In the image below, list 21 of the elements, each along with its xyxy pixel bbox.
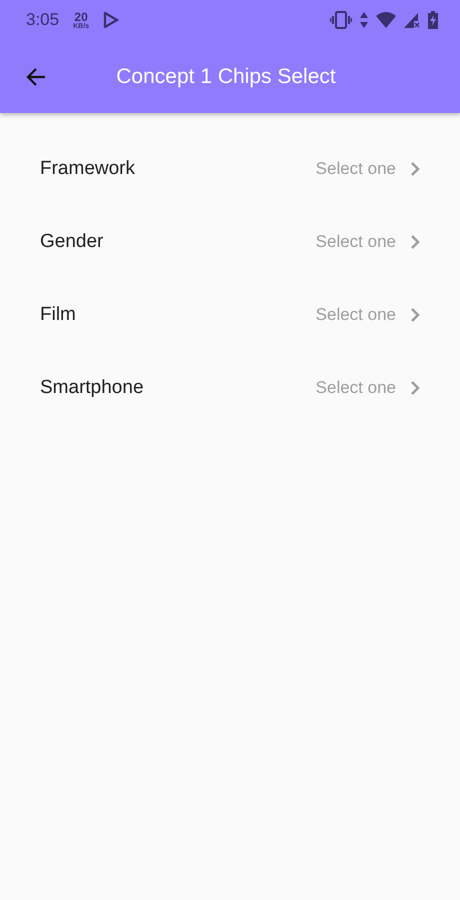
field-label: Gender (40, 230, 104, 252)
field-label: Framework (40, 158, 136, 180)
field-label: Smartphone (40, 376, 145, 398)
status-time: 3:05 (26, 10, 60, 30)
data-arrows-icon (360, 12, 368, 28)
battery-charging-icon (428, 11, 438, 29)
select-placeholder[interactable]: Select one (316, 158, 396, 178)
play-icon (103, 12, 120, 28)
chevron-right-icon[interactable] (410, 234, 420, 250)
chevron-right-icon[interactable] (410, 160, 420, 176)
chevron-right-icon[interactable] (410, 380, 420, 396)
wifi-icon (376, 12, 396, 28)
vibrate-icon (330, 11, 352, 29)
page-title: Concept 1 Chips Select (115, 64, 337, 88)
select-placeholder[interactable]: Select one (316, 378, 396, 398)
field-label: Film (40, 304, 77, 326)
network-speed: 20 (74, 10, 88, 22)
signal-icon (404, 12, 420, 28)
select-placeholder[interactable]: Select one (316, 304, 396, 324)
chevron-right-icon[interactable] (410, 306, 420, 322)
select-placeholder[interactable]: Select one (316, 232, 396, 252)
